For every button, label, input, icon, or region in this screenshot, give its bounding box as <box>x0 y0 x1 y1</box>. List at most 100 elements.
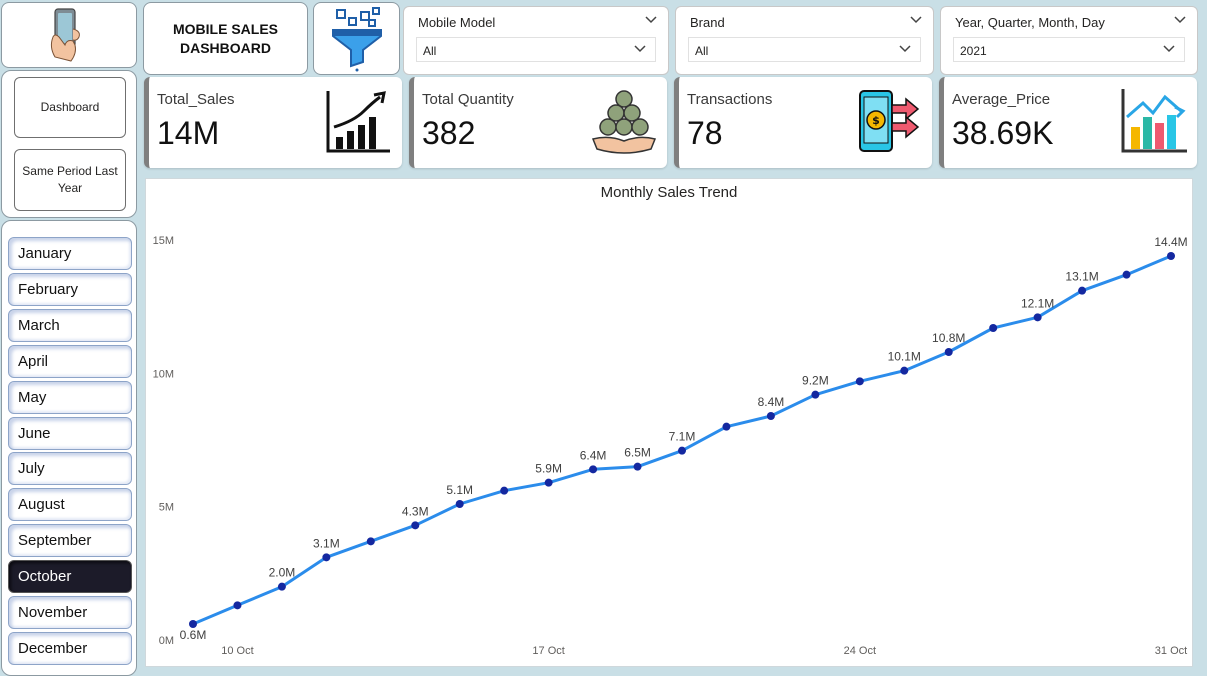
x-tick-label: 17 Oct <box>532 645 564 657</box>
data-point <box>1078 286 1087 295</box>
mobile-model-dropdown[interactable]: All <box>416 37 656 62</box>
x-tick-label: 24 Oct <box>844 645 876 657</box>
data-point <box>989 324 998 332</box>
data-point <box>766 412 775 420</box>
chevron-down-icon[interactable] <box>909 13 923 27</box>
month-button-august[interactable]: August <box>8 488 132 522</box>
brand-dropdown[interactable]: All <box>688 37 921 62</box>
data-label: 4.3M <box>402 504 429 518</box>
data-point <box>366 537 375 546</box>
data-point <box>678 446 686 455</box>
data-label: 5.9M <box>535 462 562 476</box>
month-button-june[interactable]: June <box>8 416 132 450</box>
kpi-total-sales: Total_Sales 14M <box>144 77 402 168</box>
data-label: 8.4M <box>758 395 785 409</box>
chevron-down-icon <box>1163 45 1175 53</box>
month-button-october[interactable]: October <box>8 560 132 594</box>
y-tick-label: 10M <box>153 368 174 380</box>
month-button-may[interactable]: May <box>8 380 132 414</box>
month-button-february[interactable]: February <box>8 272 132 306</box>
kpi-value: 38.69K <box>952 115 1054 151</box>
data-point <box>1122 270 1131 279</box>
y-tick-label: 5M <box>159 502 174 514</box>
data-label: 5.1M <box>446 483 473 497</box>
x-tick-label: 10 Oct <box>221 645 253 657</box>
month-selector-panel: January February March April May June July Augu… <box>1 220 137 676</box>
data-label: 7.1M <box>669 430 696 444</box>
data-point <box>233 601 242 610</box>
data-label: 12.1M <box>1021 296 1054 310</box>
monthly-sales-trend-chart: 0M 5M 10M 15M 10 Oct 17 Oct 24 Oct 31 Oct 0.6M 2.… <box>145 178 1193 667</box>
slicer-value: All <box>695 44 709 58</box>
kpi-title: Total_Sales <box>157 91 235 108</box>
data-point <box>1033 313 1042 322</box>
data-label: 13.1M <box>1065 270 1098 284</box>
kpi-value: 78 <box>687 115 723 151</box>
slicer-value: All <box>423 44 437 58</box>
month-button-april[interactable]: April <box>8 344 132 378</box>
same-period-last-year-button[interactable]: Same Period Last Year <box>14 149 126 211</box>
month-button-september[interactable]: September <box>8 524 132 558</box>
svg-text:$: $ <box>872 114 880 127</box>
logo-card <box>1 2 137 68</box>
month-button-december[interactable]: December <box>8 631 132 665</box>
y-tick-label: 15M <box>153 235 174 247</box>
data-point <box>411 521 420 530</box>
chevron-down-icon[interactable] <box>1173 13 1187 27</box>
slicer-title: Brand <box>690 15 725 30</box>
phone-payment-icon: $ <box>859 90 920 152</box>
slicer-value: 2021 <box>960 44 987 58</box>
navigation-panel: Dashboard Same Period Last Year <box>1 70 137 218</box>
slicer-title: Year, Quarter, Month, Day <box>955 15 1105 30</box>
dashboard-button[interactable]: Dashboard <box>14 77 126 138</box>
slicer-title: Mobile Model <box>418 15 496 30</box>
data-point <box>544 478 553 487</box>
kpi-value: 14M <box>157 115 220 151</box>
dashboard-title: MOBILE SALES DASHBOARD <box>143 2 308 75</box>
month-button-march[interactable]: March <box>8 308 132 342</box>
kpi-title: Average_Price <box>952 91 1051 108</box>
x-tick-label: 31 Oct <box>1155 645 1187 657</box>
data-point <box>722 422 731 431</box>
data-label: 9.2M <box>802 374 829 388</box>
bar-growth-chart-icon <box>326 91 390 153</box>
data-point <box>500 486 509 495</box>
data-point <box>322 553 331 562</box>
title-line-2: DASHBOARD <box>179 39 271 56</box>
data-point <box>455 500 464 508</box>
kpi-title: Transactions <box>687 91 773 108</box>
kpi-value: 382 <box>422 115 476 151</box>
chevron-down-icon <box>899 45 911 53</box>
kpi-title: Total Quantity <box>422 91 514 108</box>
data-point <box>1167 252 1175 260</box>
month-button-november[interactable]: November <box>8 596 132 629</box>
kpi-transactions: Transactions 78 $ <box>674 77 932 168</box>
data-point <box>855 377 864 386</box>
data-point <box>633 462 642 471</box>
line-chart-svg: 0M 5M 10M 15M 10 Oct 17 Oct 24 Oct 31 Oct 0.6M 2.… <box>153 235 1188 657</box>
coin-stack-hand-icon <box>591 90 657 154</box>
month-button-january[interactable]: January <box>8 237 132 270</box>
data-label: 2.0M <box>269 566 296 580</box>
kpi-average-price: Average_Price 38.69K <box>939 77 1197 168</box>
data-point <box>900 366 909 375</box>
chart-title: Monthly Sales Trend <box>600 184 738 201</box>
month-button-july[interactable]: July <box>8 452 132 486</box>
data-point <box>589 465 598 474</box>
funnel-filter-icon <box>331 6 382 71</box>
chevron-down-icon <box>634 45 646 53</box>
brand-slicer[interactable]: Brand All <box>675 6 934 75</box>
date-dropdown[interactable]: 2021 <box>953 37 1185 62</box>
data-label: 14.4M <box>1154 235 1187 249</box>
colored-bars-trend-icon <box>1121 89 1187 153</box>
phone-in-hand-icon <box>50 8 80 62</box>
filter-button[interactable] <box>313 2 400 75</box>
date-hierarchy-slicer[interactable]: Year, Quarter, Month, Day 2021 <box>940 6 1198 75</box>
kpi-total-quantity: Total Quantity 382 <box>409 77 667 168</box>
y-tick-label: 0M <box>159 635 174 647</box>
data-label: 10.1M <box>888 350 921 364</box>
chevron-down-icon[interactable] <box>644 13 658 27</box>
mobile-model-slicer[interactable]: Mobile Model All <box>403 6 669 75</box>
data-label: 6.5M <box>624 446 651 460</box>
data-label: 6.4M <box>580 448 607 462</box>
